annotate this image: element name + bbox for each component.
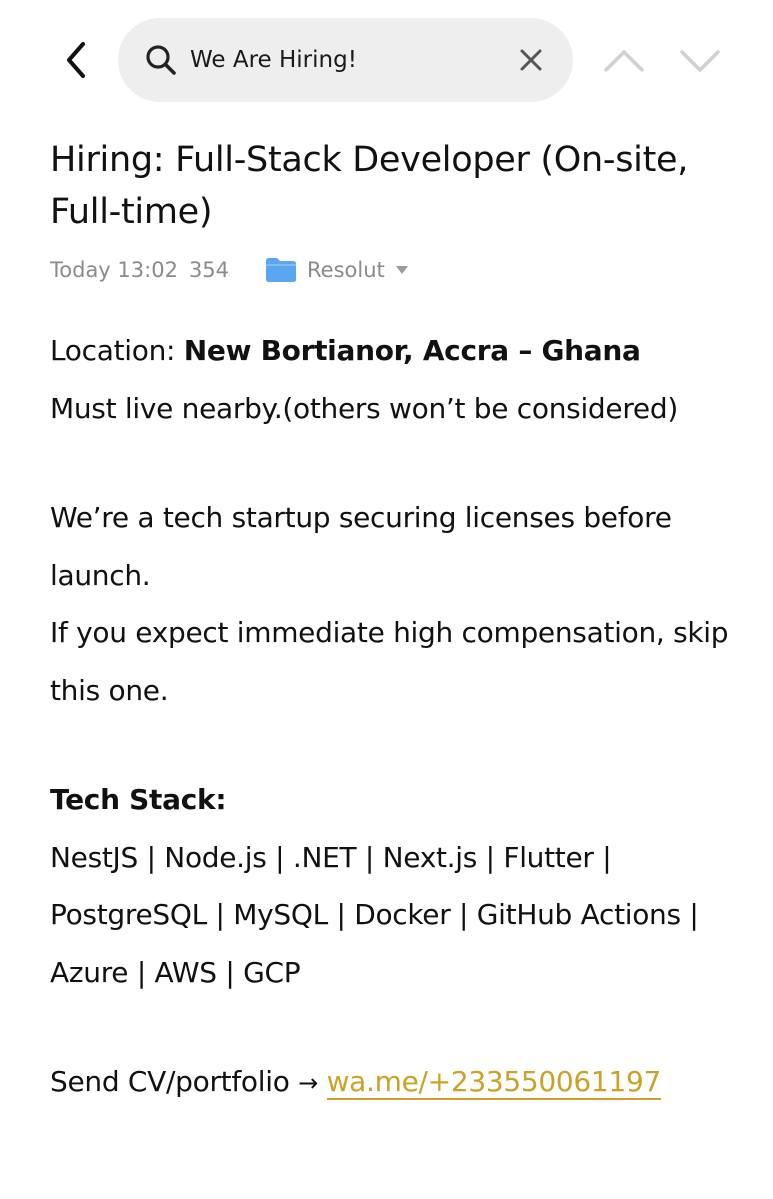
- tech-stack-heading: Tech Stack:: [50, 783, 227, 816]
- whatsapp-link[interactable]: wa.me/+233550061197: [326, 1065, 661, 1100]
- clear-search-button[interactable]: [515, 44, 547, 76]
- post-title: Hiring: Full-Stack Developer (On-site, F…: [50, 140, 689, 232]
- post-meta: Today 13:02 354 Resolut: [50, 250, 409, 290]
- top-bar: We Are Hiring!: [0, 0, 773, 120]
- location-line: Location: New Bortianor, Accra – Ghana: [50, 322, 750, 380]
- location-label: Location:: [50, 334, 184, 367]
- view-count: 354: [188, 258, 230, 282]
- location-value: New Bortianor, Accra – Ghana: [183, 334, 641, 367]
- residency-note: Must live nearby.(others won’t be consid…: [50, 391, 678, 425]
- search-input[interactable]: We Are Hiring!: [190, 18, 357, 102]
- post-time: Today 13:02: [50, 258, 178, 282]
- search-icon: [146, 45, 176, 75]
- chevron-down-icon: [680, 50, 720, 72]
- category-label: Resolut: [307, 258, 385, 282]
- tech-stack-list: NestJS | Node.js | .NET | Next.js | Flut…: [50, 840, 699, 989]
- category-selector[interactable]: Resolut: [265, 257, 409, 283]
- back-arrow-icon: [67, 42, 85, 78]
- folder-icon: [266, 258, 297, 282]
- arrow-right-icon: →: [298, 1069, 318, 1097]
- chevron-up-icon: [604, 50, 644, 72]
- search-bar[interactable]: We Are Hiring!: [118, 18, 573, 102]
- back-button[interactable]: [56, 38, 96, 82]
- next-result-button[interactable]: [676, 40, 724, 80]
- cta-text: Send CV/portfolio: [50, 1065, 290, 1098]
- cta-line: Send CV/portfolio → wa.me/+233550061197: [50, 1053, 750, 1113]
- post-body: Location: New Bortianor, Accra – Ghana M…: [50, 322, 750, 1113]
- startup-description: We’re a tech startup securing licenses b…: [50, 501, 672, 592]
- compensation-note: If you expect immediate high compensatio…: [50, 616, 729, 707]
- previous-result-button[interactable]: [600, 40, 648, 80]
- close-icon: [520, 49, 542, 71]
- caret-down-icon: [395, 266, 408, 274]
